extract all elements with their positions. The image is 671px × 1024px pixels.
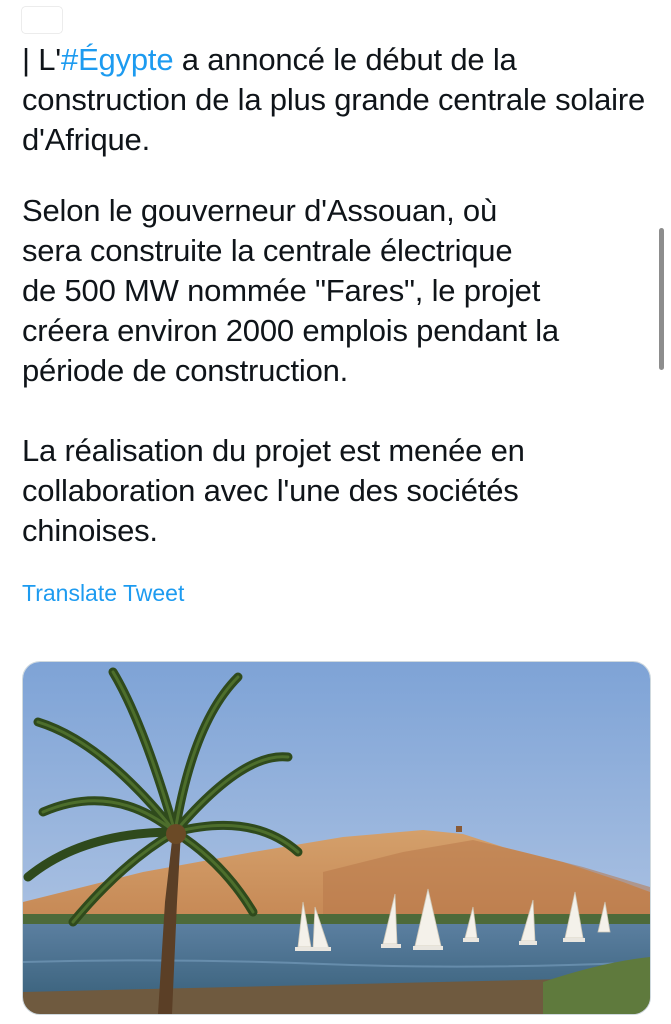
egypt-flag-icon (22, 7, 62, 33)
tweet-text: | L'#Égypte a annoncé le début de la con… (22, 0, 647, 551)
tweet-body: | L'#Égypte a annoncé le début de la con… (22, 0, 647, 551)
tweet-paragraph-2: Selon le gouverneur d'Assouan, où sera c… (22, 193, 559, 388)
tweet-paragraph-1 (22, 0, 647, 40)
tweet-paragraph-3: La réalisation du projet est menée en co… (22, 433, 525, 548)
tweet-text-prefix: | L' (22, 42, 62, 77)
aswan-nile-photo (23, 662, 650, 1014)
tweet-media-image[interactable] (22, 661, 651, 1015)
scrollbar-thumb[interactable] (659, 228, 664, 370)
translate-tweet-link[interactable]: Translate Tweet (22, 580, 184, 607)
hashtag-link[interactable]: #Égypte (61, 42, 174, 77)
